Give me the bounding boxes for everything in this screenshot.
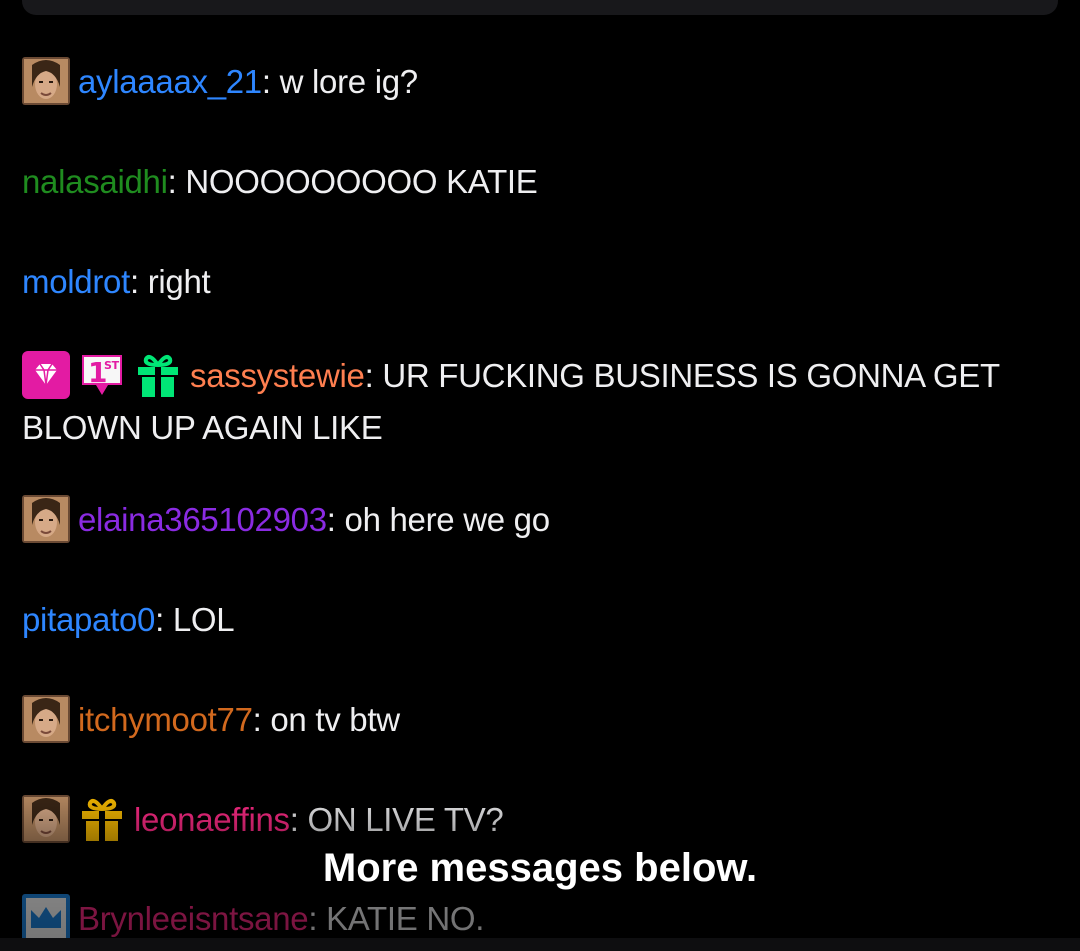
message-separator: : — [252, 701, 271, 738]
avatar-badge-icon[interactable] — [22, 795, 70, 843]
chat-message-list: aylaaaax_21: w lore ig? nalasaidhi: NOOO… — [0, 0, 1080, 951]
more-messages-below-button[interactable]: More messages below. — [290, 838, 790, 898]
message-text: NOOOOOOOOO KATIE — [185, 163, 538, 200]
message-text: oh here we go — [344, 501, 551, 538]
username[interactable]: elaina365102903 — [78, 501, 327, 538]
chat-message: itchymoot77: on tv btw — [22, 694, 1062, 746]
username[interactable]: leonaeffins — [134, 801, 290, 838]
avatar-badge-icon[interactable] — [22, 695, 70, 743]
username[interactable]: pitapato0 — [22, 601, 155, 638]
first-badge-suffix: ST — [104, 359, 120, 372]
message-separator: : — [326, 501, 345, 538]
chat-bottom-edge — [0, 938, 1080, 951]
message-separator: : — [155, 601, 173, 638]
chat-message: nalasaidhi: NOOOOOOOOO KATIE — [22, 156, 1062, 208]
message-separator: : — [289, 801, 308, 838]
first-badge-icon[interactable]: 1 ST — [78, 351, 126, 399]
username[interactable]: itchymoot77 — [78, 701, 253, 738]
message-separator: : — [167, 163, 186, 200]
message-text: KATIE NO. — [326, 900, 485, 937]
chat-message: 1 ST sassystewie: UR FUCKING BUSINESS IS … — [22, 350, 1062, 454]
avatar-badge-icon[interactable] — [22, 495, 70, 543]
username[interactable]: aylaaaax_21 — [78, 63, 262, 100]
chat-message: elaina365102903: oh here we go — [22, 494, 1062, 546]
message-separator: : — [308, 900, 327, 937]
username[interactable]: Brynleeisntsane — [78, 900, 309, 937]
message-text: right — [147, 263, 211, 300]
gift-badge-green-icon[interactable] — [134, 351, 182, 399]
message-separator: : — [129, 263, 148, 300]
crown-badge-icon[interactable] — [22, 894, 70, 942]
message-text: LOL — [172, 601, 235, 638]
message-separator: : — [261, 63, 280, 100]
username[interactable]: moldrot — [22, 263, 130, 300]
chat-message: aylaaaax_21: w lore ig? — [22, 56, 1062, 108]
message-text: on tv btw — [270, 701, 400, 738]
message-separator: : — [364, 357, 383, 394]
chat-message: pitapato0: LOL — [22, 594, 1062, 646]
avatar-badge-icon[interactable] — [22, 57, 70, 105]
message-text: w lore ig? — [279, 63, 419, 100]
gift-badge-gold-icon[interactable] — [78, 795, 126, 843]
username[interactable]: sassystewie — [190, 357, 365, 394]
chat-message: moldrot: right — [22, 256, 1062, 308]
diamond-badge-icon[interactable] — [22, 351, 70, 399]
username[interactable]: nalasaidhi — [22, 163, 168, 200]
message-text: ON LIVE TV? — [307, 801, 504, 838]
